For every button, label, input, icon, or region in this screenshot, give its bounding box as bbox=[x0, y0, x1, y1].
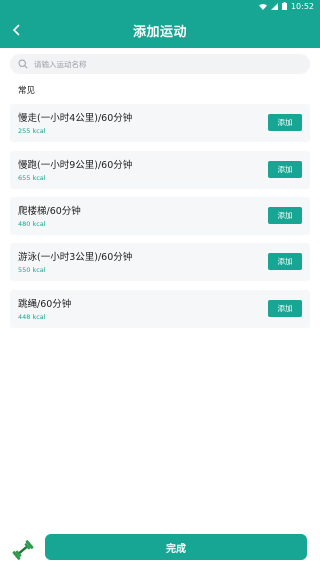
exercise-kcal: 480 kcal bbox=[18, 220, 46, 228]
exercise-card: 跳绳/60分钟 448 kcal 添加 bbox=[10, 290, 310, 328]
exercise-card: 慢跑(一小时9公里)/60分钟 655 kcal 添加 bbox=[10, 151, 310, 189]
wifi-icon bbox=[258, 3, 267, 10]
exercise-name: 慢跑(一小时9公里)/60分钟 bbox=[18, 160, 133, 171]
search-icon bbox=[18, 59, 28, 69]
bottom-bar: 完成 bbox=[0, 525, 320, 569]
exercise-name: 跳绳/60分钟 bbox=[18, 299, 72, 310]
exercise-card: 慢走(一小时4公里)/60分钟 255 kcal 添加 bbox=[10, 104, 310, 142]
exercise-kcal: 255 kcal bbox=[18, 127, 46, 135]
status-bar: 10:52 bbox=[0, 0, 320, 12]
exercise-name: 爬楼梯/60分钟 bbox=[18, 206, 81, 217]
app-bar: 添加运动 bbox=[0, 12, 320, 48]
exercise-kcal: 655 kcal bbox=[18, 174, 46, 182]
status-time: 10:52 bbox=[290, 1, 314, 11]
done-button[interactable]: 完成 bbox=[45, 534, 307, 560]
section-label: 常见 bbox=[18, 86, 36, 96]
search-input[interactable]: 请输入运动名称 bbox=[10, 54, 310, 74]
exercise-kcal: 550 kcal bbox=[18, 266, 46, 274]
dumbbell-icon bbox=[12, 540, 34, 560]
exercise-name: 游泳(一小时3公里)/60分钟 bbox=[18, 252, 133, 263]
back-button[interactable] bbox=[8, 21, 26, 39]
exercise-name: 慢走(一小时4公里)/60分钟 bbox=[18, 113, 133, 124]
add-button[interactable]: 添加 bbox=[268, 207, 302, 224]
add-button[interactable]: 添加 bbox=[268, 300, 302, 317]
exercise-card: 爬楼梯/60分钟 480 kcal 添加 bbox=[10, 197, 310, 235]
exercise-card: 游泳(一小时3公里)/60分钟 550 kcal 添加 bbox=[10, 243, 310, 281]
add-button[interactable]: 添加 bbox=[268, 161, 302, 178]
add-button[interactable]: 添加 bbox=[268, 253, 302, 270]
search-placeholder: 请输入运动名称 bbox=[34, 59, 87, 69]
chevron-left-icon bbox=[12, 24, 20, 36]
signal-icon bbox=[270, 2, 278, 10]
add-button[interactable]: 添加 bbox=[268, 114, 302, 131]
page-title: 添加运动 bbox=[132, 24, 187, 40]
status-icons bbox=[258, 2, 287, 10]
exercise-kcal: 448 kcal bbox=[18, 313, 46, 321]
battery-icon bbox=[281, 2, 287, 10]
